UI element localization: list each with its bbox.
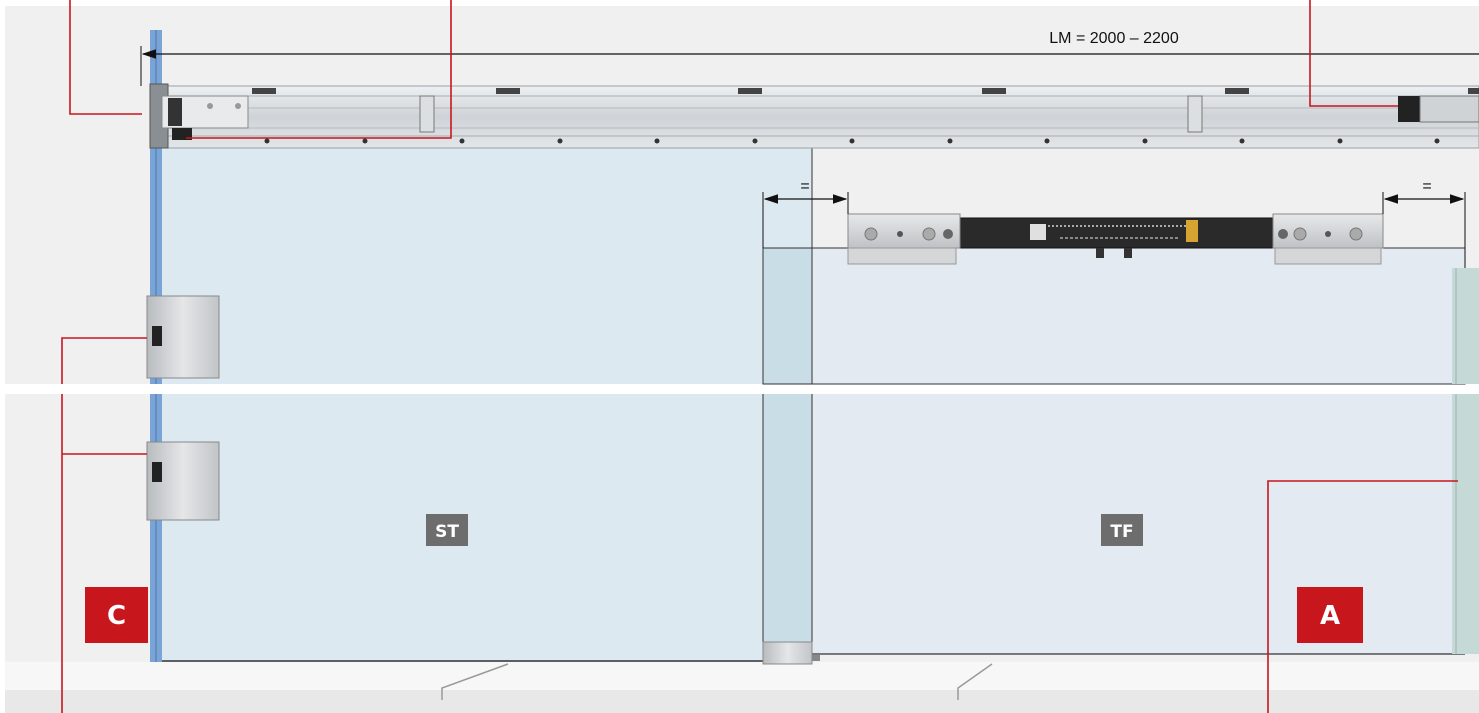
rail-screw — [654, 138, 660, 144]
tf-label: TF — [1110, 522, 1133, 542]
sliding-glass-panel — [762, 247, 1479, 655]
bottom-guide — [762, 641, 820, 665]
rail-slot — [738, 88, 762, 94]
rail-slot — [252, 88, 276, 94]
rail-screw — [1434, 138, 1440, 144]
rail-screw — [264, 138, 270, 144]
lm-dimension-label: LM = 2000 – 2200 — [1049, 30, 1179, 47]
door-diagram: LM = 2000 – 2200 = = ST TF C A — [0, 0, 1479, 713]
callout-a-label: A — [1320, 601, 1340, 631]
panel-label-st: ST — [426, 514, 468, 546]
equal-right-label: = — [1422, 178, 1431, 195]
rail-screw — [1142, 138, 1148, 144]
fixed-glass-panel — [158, 148, 813, 662]
rail-screw — [752, 138, 758, 144]
sliding-door-drawing: LM = 2000 – 2200 = = ST TF C A — [0, 0, 1479, 713]
carriage-left — [847, 213, 961, 265]
rail-screw — [1044, 138, 1050, 144]
wall-clamp-lower — [146, 441, 220, 521]
wall-clamp-upper — [146, 295, 220, 379]
panel-label-tf: TF — [1101, 514, 1143, 546]
equal-left-label: = — [800, 178, 809, 195]
rail-screw — [557, 138, 563, 144]
rail-slot — [982, 88, 1006, 94]
rail-slot — [496, 88, 520, 94]
callout-badge-c: C — [85, 587, 148, 643]
st-label: ST — [435, 522, 459, 542]
rail-slot — [1225, 88, 1249, 94]
rail-screw — [362, 138, 368, 144]
callout-badge-a: A — [1297, 587, 1363, 643]
floor-shadow — [5, 690, 1479, 713]
carriage-right — [1272, 213, 1384, 265]
rail-screw — [849, 138, 855, 144]
rail-screw — [459, 138, 465, 144]
rail-screw — [1337, 138, 1343, 144]
rail-screw — [947, 138, 953, 144]
callout-c-label: C — [107, 601, 126, 631]
rail-slot — [1468, 88, 1479, 94]
rail-screw — [1239, 138, 1245, 144]
